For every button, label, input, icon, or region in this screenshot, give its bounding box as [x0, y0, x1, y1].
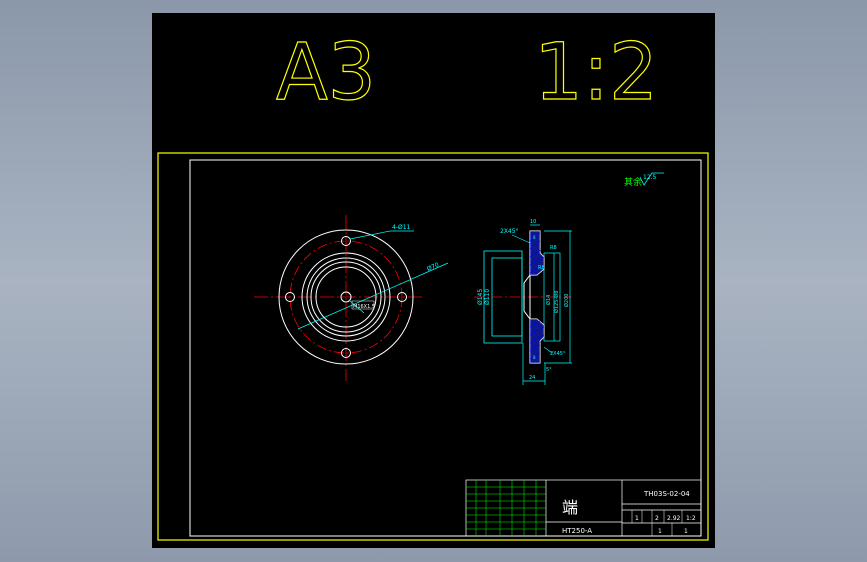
cad-viewport[interactable]: A3 1:2 其余 12.5 4-Ø11 Ø70 M16X1.5 2X45° Ø…: [152, 13, 715, 548]
outer-dia-label: Ø70: [426, 261, 440, 272]
width-dim-label-1: 24: [529, 375, 535, 381]
inner-frame: [189, 159, 702, 537]
drawing-number: TH03S-02-04: [643, 490, 690, 498]
outer-frame: [157, 152, 709, 541]
section-left-label-1: Ø145: [477, 289, 484, 305]
section-right-label-0: Ø14: [545, 295, 552, 305]
sheet-cell-0: 1: [658, 528, 662, 535]
roughness-note: 其余 12.5: [624, 172, 664, 188]
section-right-label-2: Ø200: [563, 294, 570, 307]
qty-cell-1: 2: [655, 515, 659, 522]
section-right-label-1: Ø125-Ø8: [553, 291, 560, 313]
sheet-cell-1: 1: [684, 528, 688, 535]
roughness-value: 12.5: [643, 174, 657, 181]
section-view: 2X45° Ø145 Ø110 Ø14 Ø125-Ø8 Ø200 R8 R8 2…: [474, 219, 572, 385]
section-right-label-3: R8: [550, 245, 557, 251]
chamfer-leader: [511, 234, 531, 244]
material: HT250-A: [562, 527, 592, 535]
qty-cell-3: 1:2: [686, 515, 696, 522]
width-dim-label-0: 10: [530, 219, 536, 225]
bolt-circle-leader: [349, 230, 414, 240]
chamfer-leader-2: [543, 346, 553, 354]
thread-label: M16X1.5: [353, 304, 375, 310]
roughness-prefix: 其余: [624, 176, 642, 188]
bolt-circle-label: 4-Ø11: [392, 224, 411, 231]
section-right-label-4: R8: [538, 265, 545, 271]
section-right-label-5: 2X45°: [550, 351, 566, 357]
qty-cell-2: 2.92: [667, 515, 681, 522]
section-left-label-0: 2X45°: [500, 228, 519, 235]
section-right-label-6: 5°: [546, 367, 552, 373]
cad-drawing: A3 1:2 其余 12.5 4-Ø11 Ø70 M16X1.5 2X45° Ø…: [157, 27, 709, 541]
part-name: 端: [562, 498, 578, 517]
sheet-size-label: A3: [276, 28, 376, 118]
sheet-scale-label: 1:2: [534, 28, 658, 118]
front-view: 4-Ø11 Ø70 M16X1.5: [254, 215, 449, 381]
title-block-grid: [466, 480, 546, 536]
qty-cell-0: 1: [635, 515, 639, 522]
section-left-label-2: Ø110: [484, 289, 491, 305]
